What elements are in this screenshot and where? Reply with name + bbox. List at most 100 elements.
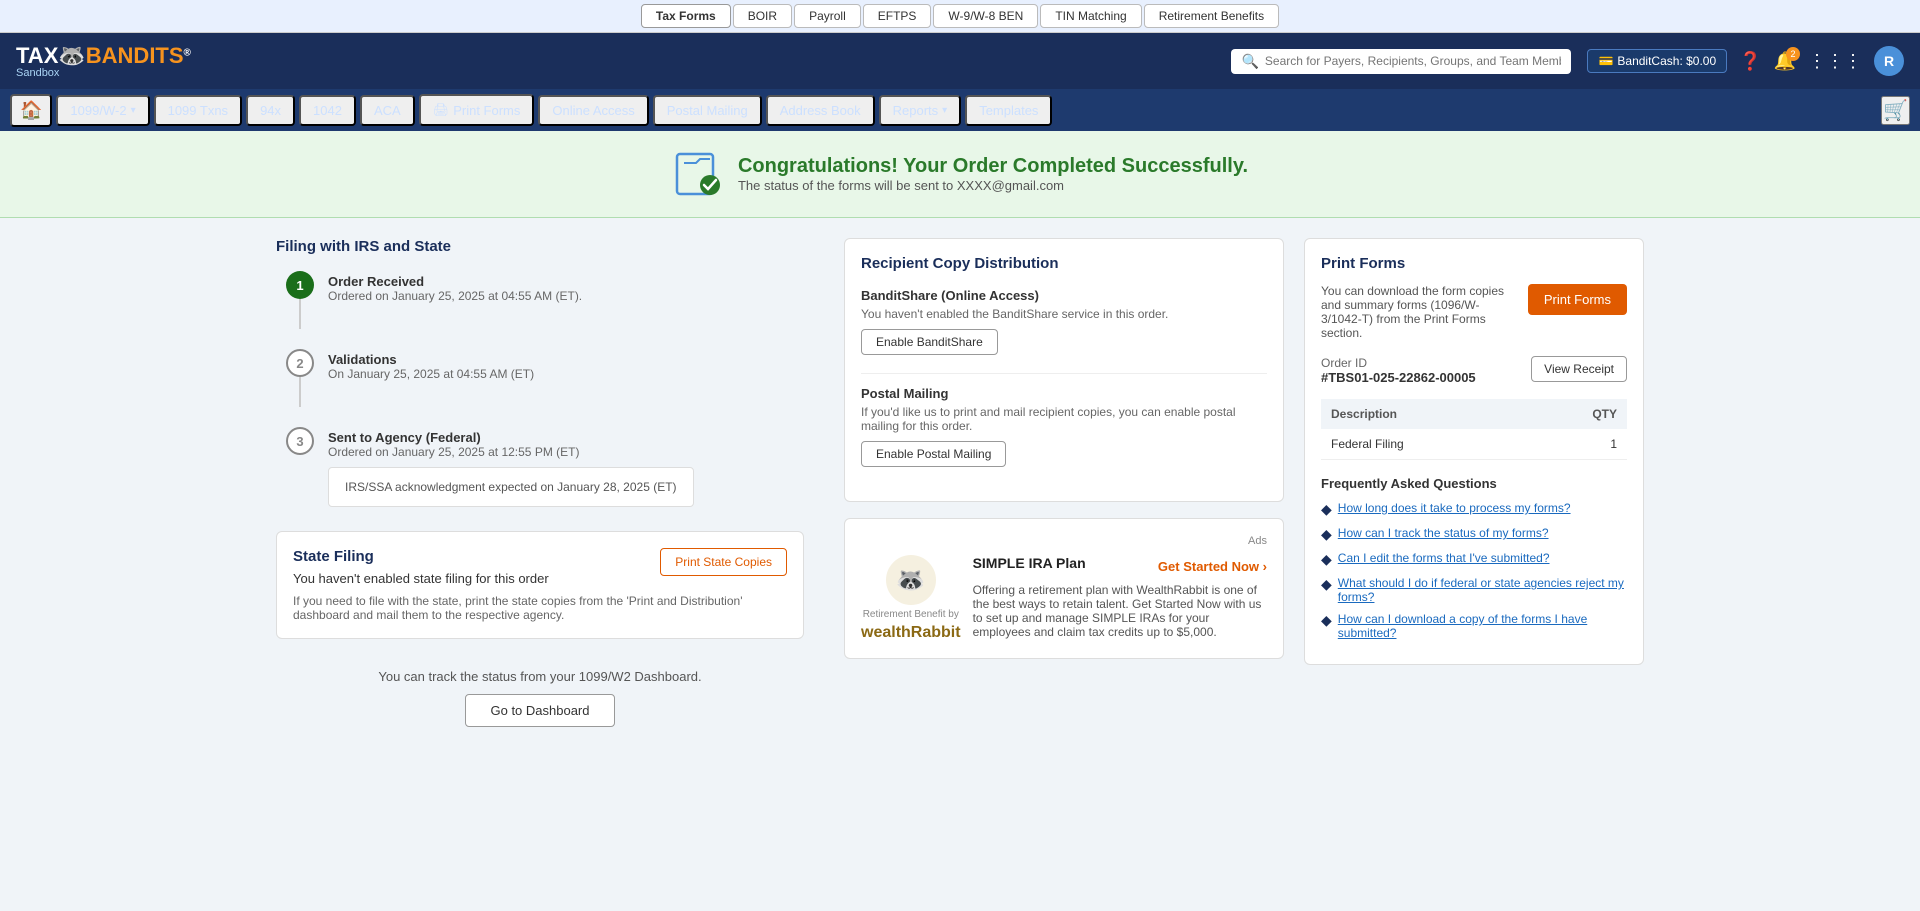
faq-link-4[interactable]: What should I do if federal or state age… [1338,576,1627,604]
irs-ack-text: IRS/SSA acknowledgment expected on Janua… [345,480,677,494]
col-description: Description [1321,399,1527,429]
nav-1099-w2[interactable]: 1099/W-2 ▾ [56,95,149,126]
step-3-dot: 3 [286,427,314,455]
tab-payroll[interactable]: Payroll [794,4,861,28]
order-id-row: Order ID #TBS01-025-22862-00005 View Rec… [1321,356,1627,385]
enable-postal-mailing-button[interactable]: Enable Postal Mailing [861,441,1006,467]
tab-w9[interactable]: W-9/W-8 BEN [933,4,1038,28]
step-1-dot: 1 [286,271,314,299]
ad-description: Offering a retirement plan with WealthRa… [973,583,1267,639]
postal-mailing-item: Postal Mailing If you'd like us to print… [861,386,1267,467]
timeline-step-1: 1 Order Received Ordered on January 25, … [286,271,804,329]
nav-print-forms[interactable]: 🖨 Print Forms [419,94,535,126]
step-1-content: Order Received Ordered on January 25, 20… [328,271,582,329]
order-id-block: Order ID #TBS01-025-22862-00005 [1321,356,1476,385]
notification-badge: 2 [1786,47,1800,61]
logo: TAX🦝BANDITS® Sandbox [16,43,191,79]
print-state-copies-button[interactable]: Print State Copies [660,548,787,576]
nav-94x[interactable]: 94x [246,95,295,126]
success-icon [672,149,722,199]
success-text: Congratulations! Your Order Completed Su… [738,155,1248,193]
nav-postal-mailing[interactable]: Postal Mailing [653,95,762,126]
order-id-label: Order ID [1321,356,1476,370]
tab-tax-forms[interactable]: Tax Forms [641,4,731,28]
nav-online-access[interactable]: Online Access [538,95,648,126]
nav-home[interactable]: 🏠 [10,94,52,127]
faq-link-3[interactable]: Can I edit the forms that I've submitted… [1338,551,1550,565]
state-filing-header: State Filing You haven't enabled state f… [293,548,787,586]
step-2-dot: 2 [286,349,314,377]
row-qty: 1 [1527,429,1627,460]
faq-title: Frequently Asked Questions [1321,476,1627,491]
nav-print-label: Print Forms [453,103,520,118]
tab-eftps[interactable]: EFTPS [863,4,932,28]
diamond-icon: ◆ [1321,526,1332,543]
search-input[interactable] [1265,54,1562,68]
state-filing-title: State Filing [293,548,549,565]
step-3-content: Sent to Agency (Federal) Ordered on Janu… [328,427,694,507]
ads-section: Ads 🦝 Retirement Benefit by wealthRabbit… [844,518,1284,659]
state-filing-description: You haven't enabled state filing for thi… [293,571,549,586]
step-2-label: Validations [328,352,534,367]
notifications-button[interactable]: 🔔 2 [1774,51,1796,72]
tab-tin-matching[interactable]: TIN Matching [1040,4,1141,28]
nav-aca[interactable]: ACA [360,95,415,126]
state-filing-note: If you need to file with the state, prin… [293,594,787,622]
postal-mailing-description: If you'd like us to print and mail recip… [861,405,1267,433]
filing-timeline: 1 Order Received Ordered on January 25, … [276,271,804,507]
nav-reports-label: Reports [893,103,939,118]
go-to-dashboard-button[interactable]: Go to Dashboard [465,694,614,727]
ads-label: Ads [861,535,1267,547]
print-info: You can download the form copies and sum… [1321,284,1627,340]
tab-boir[interactable]: BOIR [733,4,792,28]
step-3-detail: Ordered on January 25, 2025 at 12:55 PM … [328,445,694,459]
filing-panel: Filing with IRS and State 1 Order Receiv… [276,238,824,737]
state-filing-text: State Filing You haven't enabled state f… [293,548,549,586]
banditcash-button[interactable]: 💳 BanditCash: $0.00 [1587,49,1727,73]
view-receipt-button[interactable]: View Receipt [1531,356,1627,382]
nav-1099txns[interactable]: 1099 Txns [154,95,242,126]
search-bar[interactable]: 🔍 [1231,49,1571,74]
faq-item-2: ◆ How can I track the status of my forms… [1321,526,1627,543]
diamond-icon: ◆ [1321,501,1332,518]
faq-link-1[interactable]: How long does it take to process my form… [1338,501,1571,515]
nav-reports[interactable]: Reports ▾ [879,95,962,126]
faq-item-4: ◆ What should I do if federal or state a… [1321,576,1627,604]
step-2-content: Validations On January 25, 2025 at 04:55… [328,349,534,407]
cart-button[interactable]: 🛒 [1881,96,1910,125]
faq-link-5[interactable]: How can I download a copy of the forms I… [1338,612,1627,640]
ad-content: 🦝 Retirement Benefit by wealthRabbit SIM… [861,555,1267,642]
nav-templates[interactable]: Templates [965,95,1052,126]
ad-mascot: 🦝 [886,555,936,605]
tab-retirement[interactable]: Retirement Benefits [1144,4,1279,28]
ad-title: SIMPLE IRA Plan [973,555,1086,571]
help-button[interactable]: ❓ [1739,51,1761,72]
avatar[interactable]: R [1874,46,1904,76]
apps-button[interactable]: ⋮⋮⋮ [1808,51,1862,72]
nav-address-book[interactable]: Address Book [766,95,875,126]
step-2-detail: On January 25, 2025 at 04:55 AM (ET) [328,367,534,381]
diamond-icon: ◆ [1321,612,1332,629]
step-1-label: Order Received [328,274,582,289]
success-title: Congratulations! Your Order Completed Su… [738,155,1248,178]
nav-1042[interactable]: 1042 [299,95,356,126]
main-content: Filing with IRS and State 1 Order Receiv… [260,218,1660,757]
banditshare-title: BanditShare (Online Access) [861,288,1267,303]
order-table: Description QTY Federal Filing 1 [1321,399,1627,460]
print-forms-button[interactable]: Print Forms [1528,284,1627,315]
printer-icon: 🖨 [433,102,450,118]
enable-banditshare-button[interactable]: Enable BanditShare [861,329,998,355]
main-header: TAX🦝BANDITS® Sandbox 🔍 💳 BanditCash: $0.… [0,33,1920,89]
ad-logo-area: 🦝 Retirement Benefit by wealthRabbit [861,555,961,642]
step-3-label: Sent to Agency (Federal) [328,430,694,445]
nav-label: 1099/W-2 [70,103,126,118]
recipient-title: Recipient Copy Distribution [861,255,1267,272]
faq-link-2[interactable]: How can I track the status of my forms? [1338,526,1549,540]
get-started-link[interactable]: Get Started Now › [1158,559,1267,574]
success-banner: Congratulations! Your Order Completed Su… [0,131,1920,218]
wallet-icon: 💳 [1598,54,1613,68]
print-forms-title: Print Forms [1321,255,1627,272]
track-section: You can track the status from your 1099/… [276,659,804,737]
top-tabs-bar: Tax Forms BOIR Payroll EFTPS W-9/W-8 BEN… [0,0,1920,33]
header-actions: 💳 BanditCash: $0.00 ❓ 🔔 2 ⋮⋮⋮ R [1587,46,1904,76]
